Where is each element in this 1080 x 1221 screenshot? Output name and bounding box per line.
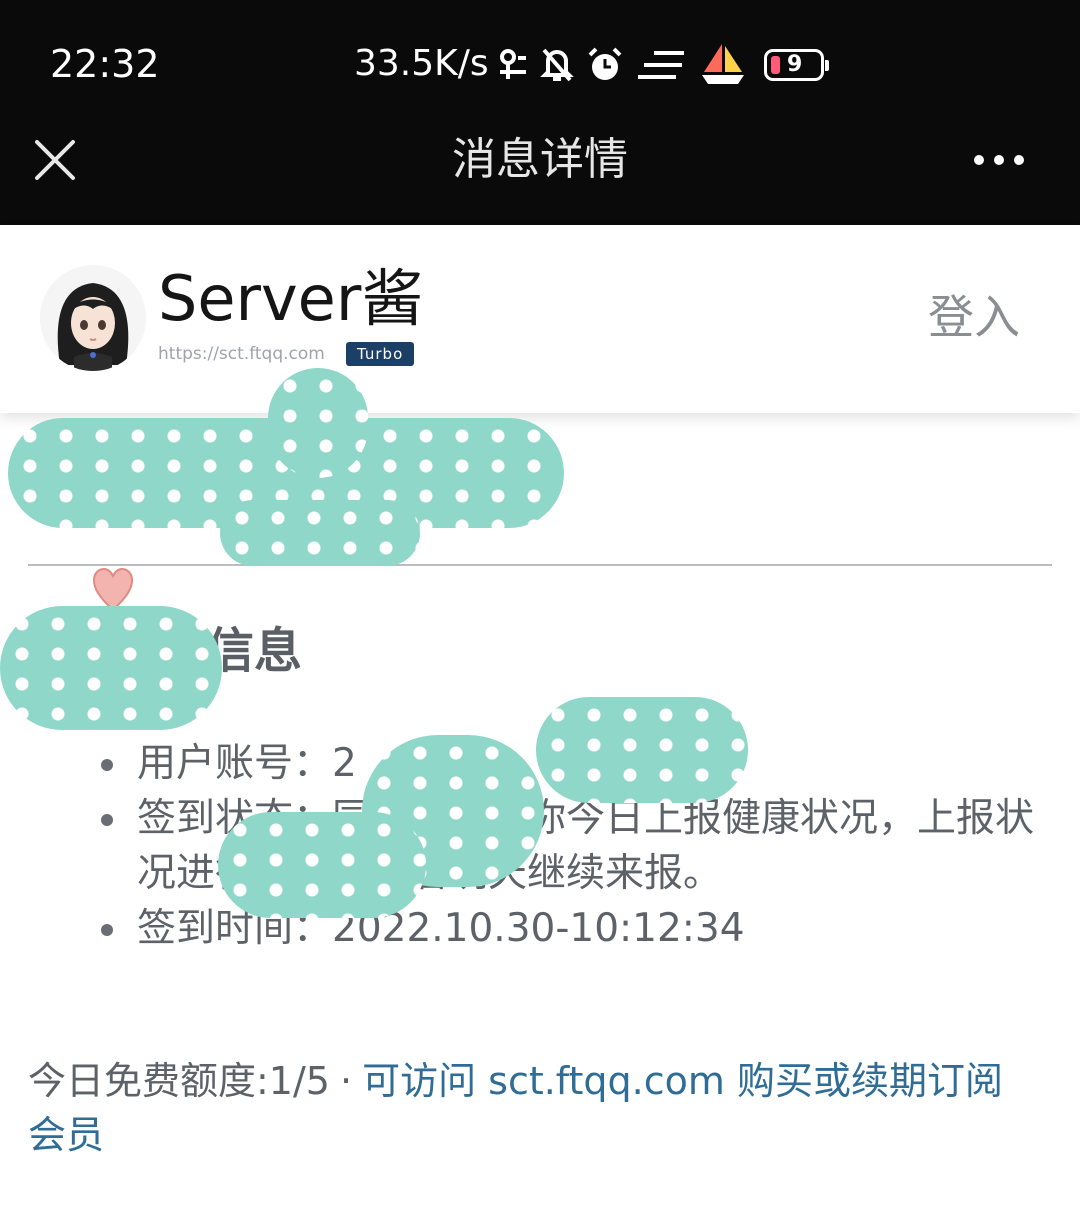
- status-net-speed: 33.5K/s: [354, 43, 489, 84]
- top-bar: 22:32 33.5K/s 9 消息详情: [0, 0, 1080, 225]
- brand-name: Server酱: [158, 262, 424, 335]
- site-header: Server酱 https://sct.ftqq.com Turbo 登入: [0, 225, 1080, 413]
- battery-icon: 9: [764, 49, 829, 81]
- page-title: 消息详情: [452, 134, 628, 185]
- turbo-badge: Turbo: [346, 342, 415, 366]
- quota-text: 今日免费额度:1/5: [28, 1059, 330, 1103]
- more-dots-icon: [974, 155, 984, 165]
- brand-url: https://sct.ftqq.com: [158, 344, 325, 364]
- redaction-mark: [220, 500, 420, 566]
- redaction-mark: [268, 368, 368, 478]
- redaction-mark: [0, 606, 222, 730]
- sailboat-icon: [700, 42, 746, 88]
- speed-lines-icon: [636, 48, 688, 82]
- status-icons: 9: [498, 40, 829, 90]
- battery-level: 9: [787, 52, 803, 77]
- item-label: 用户账号：: [137, 741, 333, 786]
- redaction-mark: [218, 812, 426, 918]
- status-time: 22:32: [50, 42, 160, 86]
- divider: [28, 564, 1052, 566]
- alarm-icon: [586, 46, 624, 84]
- network-icon: [498, 48, 528, 82]
- login-link[interactable]: 登入: [928, 287, 1020, 347]
- quota-line: 今日免费额度:1/5 · 可访问 sct.ftqq.com 购买或续期订阅会员: [28, 1054, 1038, 1162]
- quota-separator: ·: [339, 1059, 353, 1103]
- avatar[interactable]: [40, 265, 146, 371]
- mute-bell-icon: [540, 46, 574, 84]
- more-options-button[interactable]: [974, 145, 1040, 175]
- redaction-mark: [536, 697, 748, 803]
- item-value: 2: [332, 741, 357, 786]
